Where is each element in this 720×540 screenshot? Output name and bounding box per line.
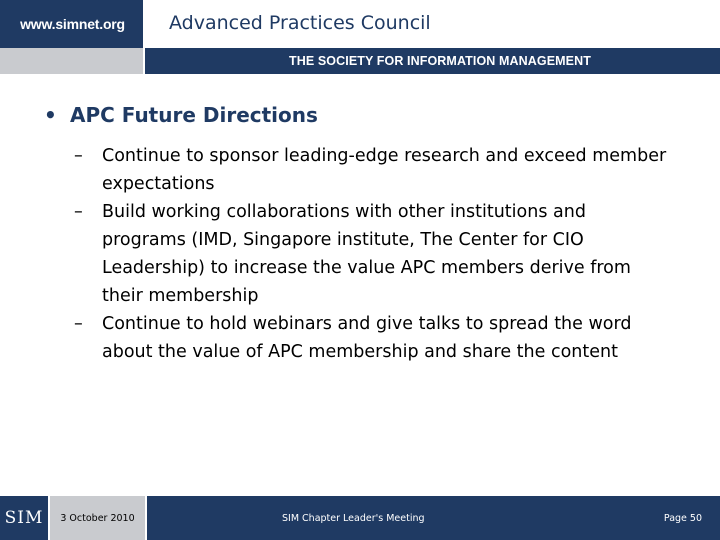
footer-date: 3 October 2010 — [60, 512, 135, 524]
header-title-area: Advanced Practices Council — [145, 0, 720, 48]
council-title: Advanced Practices Council — [169, 12, 431, 34]
sub-bullet-text: Continue to sponsor leading-edge researc… — [102, 146, 667, 194]
sub-bullet-item: – Build working collaborations with othe… — [74, 198, 674, 310]
footer-page-number: Page 50 — [663, 512, 702, 524]
slide-header: www.simnet.org Advanced Practices Counci… — [0, 0, 720, 74]
footer-meeting-name: SIM Chapter Leader's Meeting — [282, 512, 425, 524]
main-bullet: • APC Future Directions — [44, 103, 318, 127]
society-subtitle: THE SOCIETY FOR INFORMATION MANAGEMENT — [289, 54, 591, 68]
footer-bar: SIM Chapter Leader's Meeting Page 50 — [147, 496, 720, 540]
site-url: www.simnet.org — [20, 16, 125, 32]
footer-date-box: 3 October 2010 — [50, 496, 145, 540]
header-subtitle-bar: THE SOCIETY FOR INFORMATION MANAGEMENT — [145, 48, 720, 74]
dash-marker: – — [74, 146, 83, 166]
bullet-dot: • — [44, 103, 57, 127]
header-divider — [143, 0, 145, 74]
sub-bullet-text: Continue to hold webinars and give talks… — [102, 314, 632, 362]
dash-marker: – — [74, 314, 83, 334]
site-url-logo: www.simnet.org — [0, 0, 145, 48]
sub-bullet-item: – Continue to hold webinars and give tal… — [74, 310, 674, 366]
header-gray-bar — [0, 48, 145, 74]
sub-bullet-text: Build working collaborations with other … — [102, 202, 631, 306]
dash-marker: – — [74, 202, 83, 222]
sub-bullet-item: – Continue to sponsor leading-edge resea… — [74, 142, 674, 198]
sim-logo: SIM — [0, 496, 48, 540]
sub-bullet-list: – Continue to sponsor leading-edge resea… — [74, 142, 674, 366]
slide-footer: SIM 3 October 2010 SIM Chapter Leader's … — [0, 496, 720, 540]
section-heading: APC Future Directions — [70, 103, 318, 127]
sim-logo-text: SIM — [4, 508, 44, 528]
